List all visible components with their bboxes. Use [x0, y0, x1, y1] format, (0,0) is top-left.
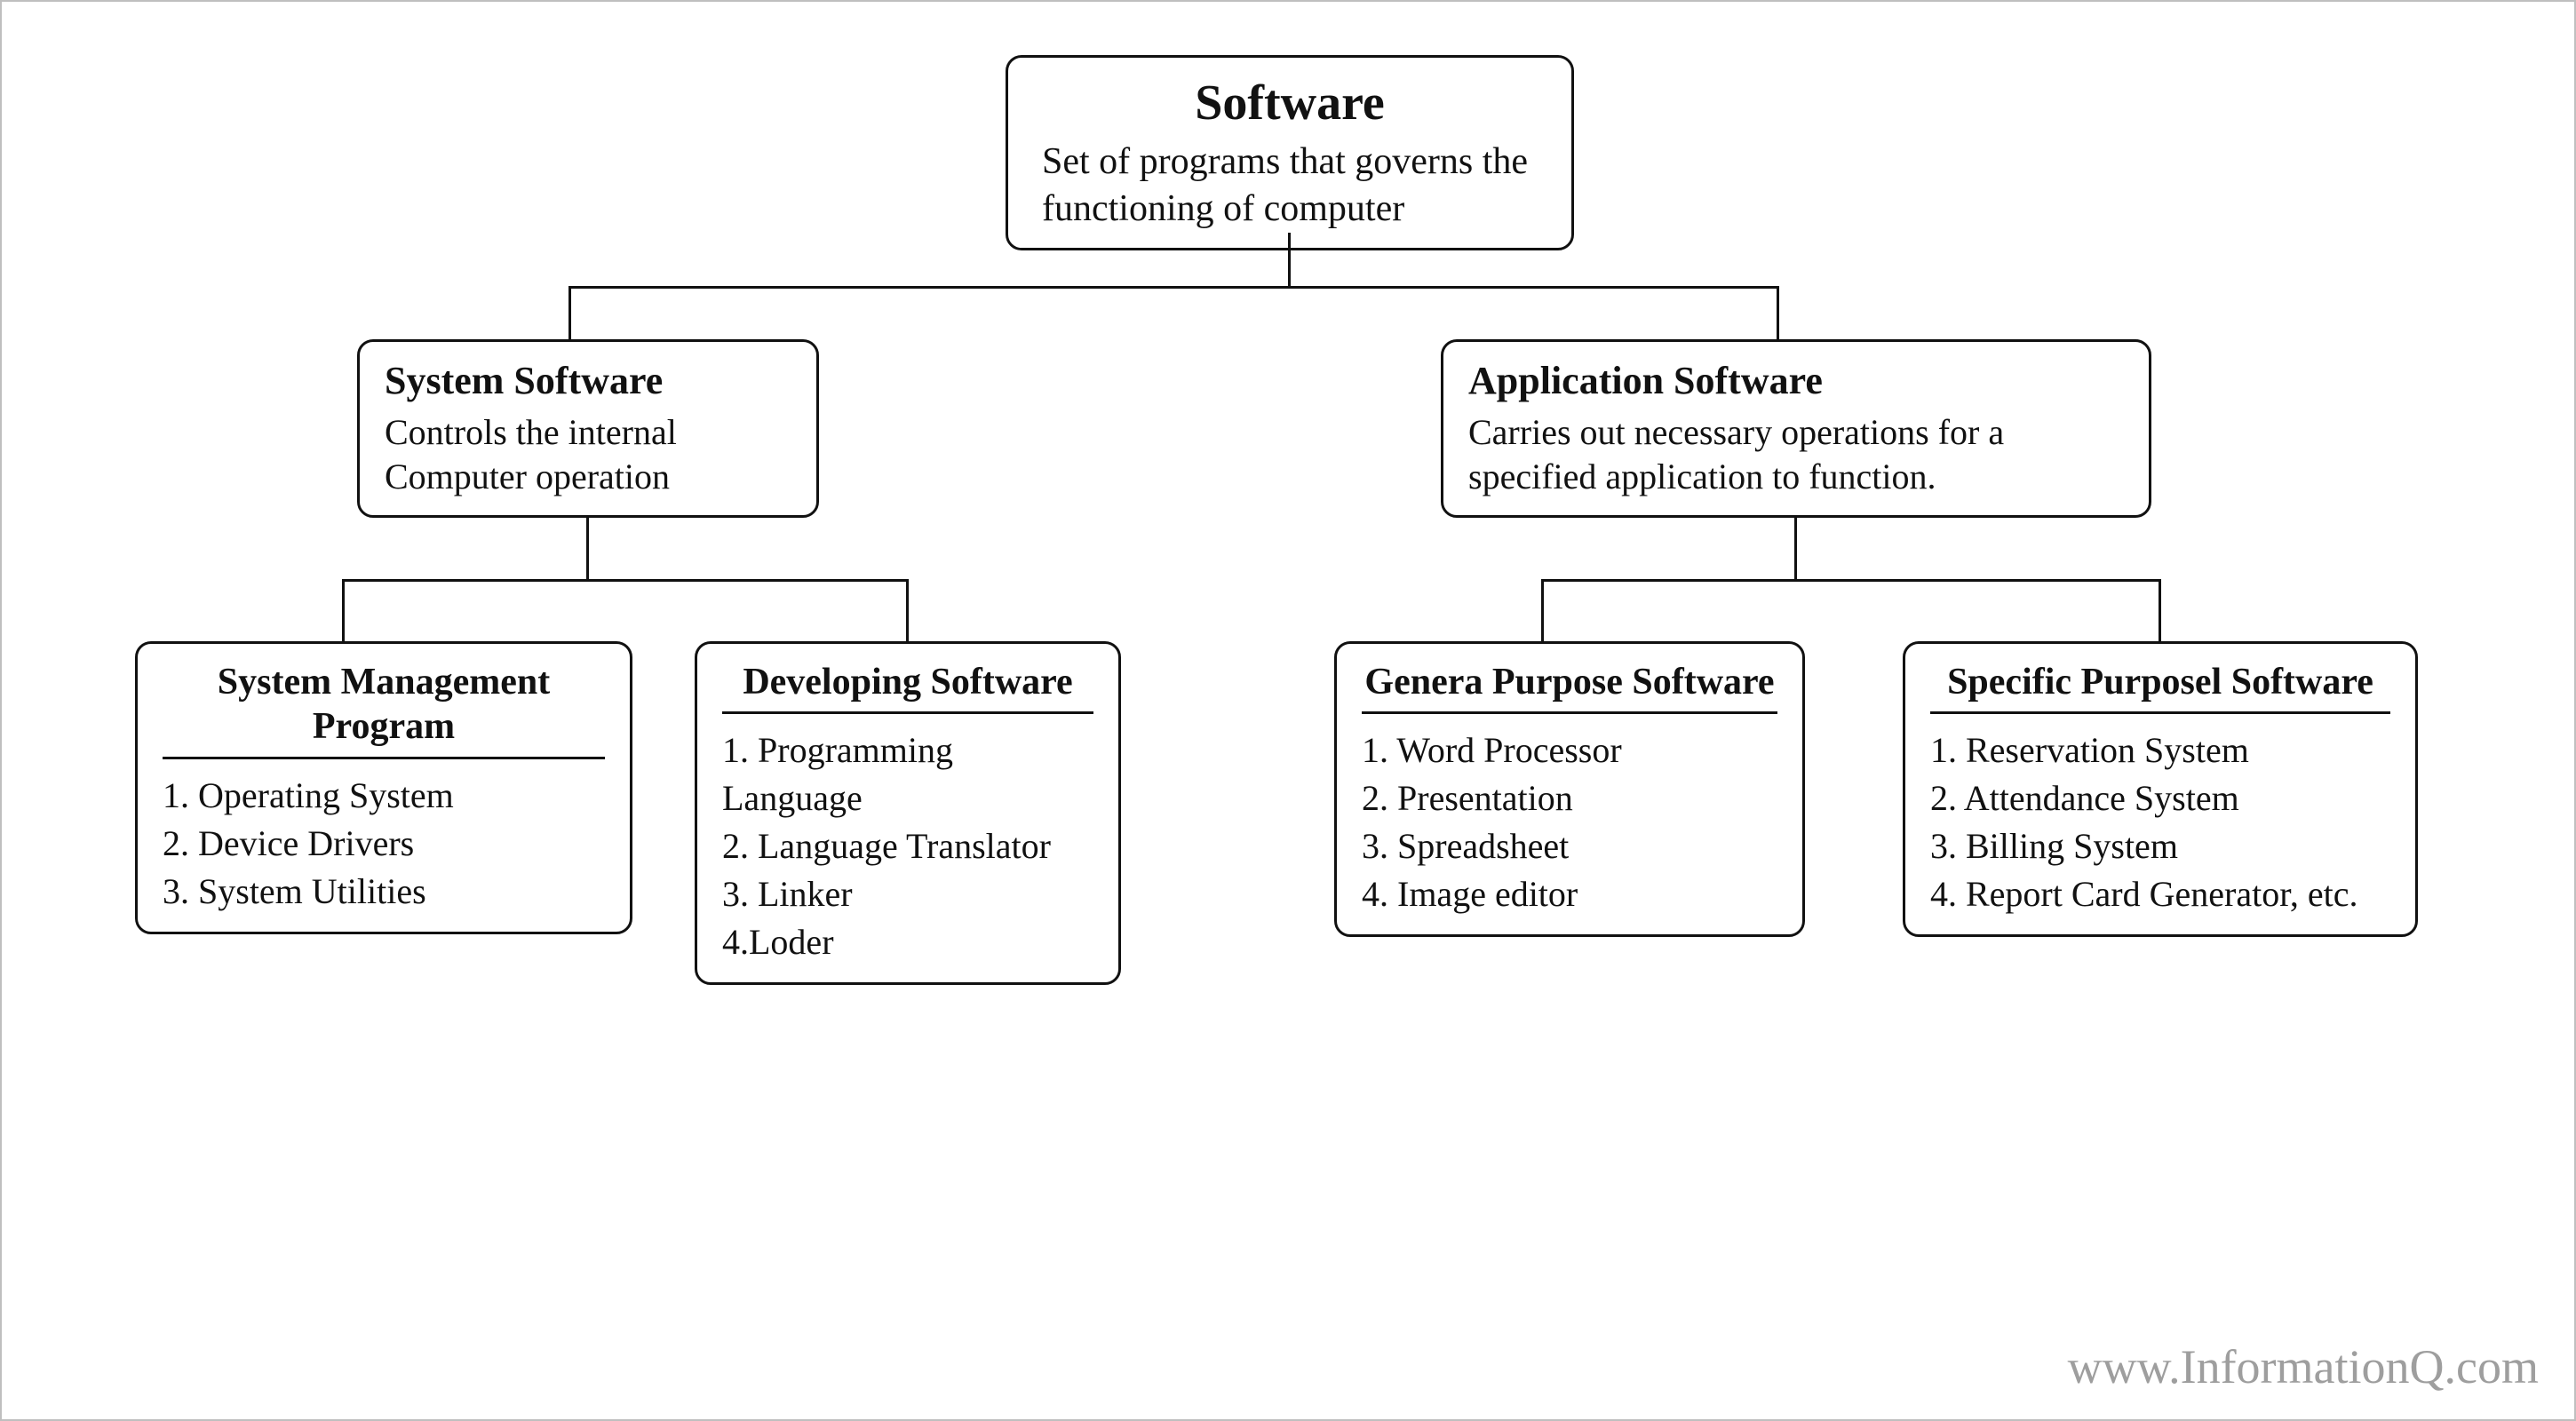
list-item: 2. Device Drivers [163, 820, 605, 868]
diagram-canvas: Software Set of programs that governs th… [0, 0, 2576, 1421]
node-specific-purpose-title: Specific Purposel Software [1930, 660, 2390, 714]
list-item: 3. Billing System [1930, 822, 2390, 870]
connector [906, 579, 909, 641]
list-item: 4. Image editor [1362, 870, 1777, 918]
node-system-software-desc: Controls the internal Computer operation [385, 410, 791, 499]
node-developing-software-list: 1. Programming Language 2. Language Tran… [722, 726, 1093, 966]
node-specific-purpose: Specific Purposel Software 1. Reservatio… [1903, 641, 2418, 937]
node-general-purpose-list: 1. Word Processor 2. Presentation 3. Spr… [1362, 726, 1777, 918]
node-software-title: Software [1033, 74, 1546, 133]
node-specific-purpose-list: 1. Reservation System 2. Attendance Syst… [1930, 726, 2390, 918]
node-application-software: Application Software Carries out necessa… [1441, 339, 2151, 518]
node-system-software-title: System Software [385, 358, 791, 405]
list-item: 1. Programming Language [722, 726, 1093, 822]
watermark-text: www.InformationQ.com [2068, 1339, 2539, 1394]
list-item: 3. Linker [722, 870, 1093, 918]
list-item: 1. Reservation System [1930, 726, 2390, 774]
node-system-management: System Management Program 1. Operating S… [135, 641, 632, 934]
node-developing-software-title: Developing Software [722, 660, 1093, 714]
node-system-management-title: System Management Program [163, 660, 605, 759]
connector [342, 579, 908, 582]
node-system-management-list: 1. Operating System 2. Device Drivers 3.… [163, 772, 605, 916]
list-item: 2. Presentation [1362, 774, 1777, 822]
connector [1541, 579, 2160, 582]
node-general-purpose-title: Genera Purpose Software [1362, 660, 1777, 714]
connector [1541, 579, 1544, 641]
list-item: 1. Operating System [163, 772, 605, 820]
list-item: 1. Word Processor [1362, 726, 1777, 774]
list-item: 4. Report Card Generator, etc. [1930, 870, 2390, 918]
list-item: 2. Language Translator [722, 822, 1093, 870]
connector [586, 517, 589, 579]
connector [1288, 233, 1291, 286]
list-item: 3. System Utilities [163, 868, 605, 916]
node-software: Software Set of programs that governs th… [1006, 55, 1574, 250]
node-system-software: System Software Controls the internal Co… [357, 339, 819, 518]
node-application-software-desc: Carries out necessary operations for a s… [1468, 410, 2124, 499]
connector [568, 286, 571, 339]
connector [2159, 579, 2161, 641]
connector [1777, 286, 1779, 339]
list-item: 4.Loder [722, 918, 1093, 966]
connector [342, 579, 345, 641]
connector [568, 286, 1778, 289]
connector [1794, 517, 1797, 579]
list-item: 2. Attendance System [1930, 774, 2390, 822]
node-application-software-title: Application Software [1468, 358, 2124, 405]
node-developing-software: Developing Software 1. Programming Langu… [695, 641, 1121, 985]
node-software-desc: Set of programs that governs the functio… [1033, 139, 1546, 232]
node-general-purpose: Genera Purpose Software 1. Word Processo… [1334, 641, 1805, 937]
list-item: 3. Spreadsheet [1362, 822, 1777, 870]
